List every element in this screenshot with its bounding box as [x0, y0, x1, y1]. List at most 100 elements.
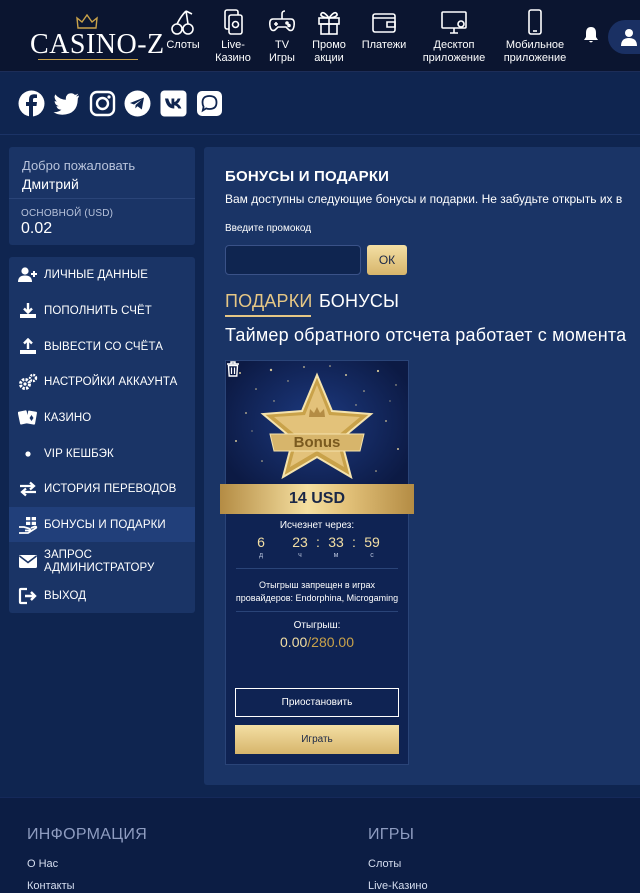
menu-item-admin-request[interactable]: ЗАПРОС АДМИНИСТРАТОРУ: [9, 543, 195, 578]
divider: [9, 198, 195, 199]
menu-label: ИСТОРИЯ ПЕРЕВОДОВ: [44, 483, 177, 495]
nav-label-line1: Мобильное: [505, 39, 565, 51]
nav-desktop-app[interactable]: Десктоп приложение: [419, 8, 489, 65]
countdown-seconds: 59: [364, 534, 380, 550]
nav-label-line1: TV: [274, 39, 290, 51]
site-footer: ИНФОРМАЦИЯ О Нас Контакты ИГРЫ Слоты Liv…: [0, 797, 640, 893]
top-header: CASINO-Z Слоты Live- Казино TV Игры Пром…: [0, 0, 640, 72]
wager-total: /280.00: [307, 634, 354, 650]
bell-icon[interactable]: [583, 26, 599, 44]
nav-label: Слоты: [166, 39, 200, 51]
bonus-card: Bonus 14 USD Исчезнет через: 6 23 : 33 :…: [220, 360, 414, 765]
footer-games-title: ИГРЫ: [368, 826, 415, 843]
menu-item-history[interactable]: ИСТОРИЯ ПЕРЕВОДОВ: [9, 471, 195, 506]
account-menu: ЛИЧНЫЕ ДАННЫЕ ПОПОЛНИТЬ СЧЁТ ВЫВЕСТИ СО …: [9, 257, 195, 613]
crown-icon: [76, 14, 98, 29]
wager-label: Отыгрыш:: [293, 620, 341, 631]
promo-ok-button[interactable]: ОК: [367, 245, 407, 275]
upload-icon: [20, 338, 36, 354]
menu-label-line1: ЗАПРОС: [44, 549, 93, 561]
gamepad-icon: [269, 10, 295, 32]
wager-current: 0.00: [280, 634, 308, 650]
countdown-unit-hours: ч: [298, 552, 302, 559]
logo-underline: [38, 59, 138, 60]
countdown-minutes: 33: [328, 534, 344, 550]
countdown-hours: 23: [292, 534, 308, 550]
countdown-unit-days: д: [258, 552, 264, 559]
balance-value: 0.02: [21, 220, 53, 237]
menu-label: НАСТРОЙКИ АККАУНТА: [44, 376, 178, 388]
wager-progress: 0.00/280.00: [226, 634, 408, 650]
envelope-icon: [19, 555, 37, 568]
bonus-badge-text: Bonus: [294, 434, 341, 451]
nav-label-line2: Казино: [215, 52, 251, 64]
tab-gifts[interactable]: ПОДАРКИ: [225, 291, 313, 312]
telegram-icon[interactable]: [124, 90, 151, 117]
user-account-button[interactable]: [608, 20, 640, 54]
menu-item-withdraw[interactable]: ВЫВЕСТИ СО СЧЁТА: [9, 329, 195, 364]
timer-notice: Таймер обратного отсчета работает с моме…: [225, 325, 627, 345]
dot-icon: [25, 451, 31, 457]
vk-icon[interactable]: [160, 90, 187, 117]
wallet-icon: [372, 13, 396, 33]
nav-tv-games[interactable]: TV Игры: [263, 8, 301, 65]
menu-item-personal[interactable]: ЛИЧНЫЕ ДАННЫЕ: [9, 257, 195, 292]
menu-item-settings[interactable]: НАСТРОЙКИ АККАУНТА: [9, 364, 195, 399]
menu-label: КАЗИНО: [44, 412, 92, 424]
twitter-icon[interactable]: [53, 90, 80, 117]
nav-live-casino[interactable]: Live- Казино: [211, 8, 255, 65]
expire-label: Исчезнет через:: [279, 520, 355, 531]
footer-link-about[interactable]: О Нас: [27, 858, 58, 870]
pause-bonus-button[interactable]: Приостановить: [235, 688, 399, 717]
facebook-icon[interactable]: [18, 90, 45, 117]
divider: [236, 611, 398, 612]
nav-promo[interactable]: Промо акции: [309, 8, 349, 65]
nav-label-line1: Десктоп: [433, 39, 475, 51]
game-restriction: Отыгрыш запрещен в играх провайдеров: En…: [226, 579, 408, 605]
menu-item-casino[interactable]: КАЗИНО: [9, 400, 195, 435]
menu-item-bonuses[interactable]: БОНУСЫ И ПОДАРКИ: [9, 507, 195, 542]
menu-item-vip[interactable]: VIP КЕШБЭК: [9, 436, 195, 471]
page-title: БОНУСЫ И ПОДАРКИ: [225, 168, 390, 185]
casino-z-logo[interactable]: CASINO-Z: [30, 14, 164, 62]
monitor-icon: [441, 11, 467, 34]
live-casino-icon: [224, 9, 243, 35]
play-button[interactable]: Играть: [235, 725, 399, 754]
nav-mobile-app[interactable]: Мобильное приложение: [501, 8, 569, 65]
gift-icon: [318, 11, 340, 35]
menu-item-logout[interactable]: ВЫХОД: [9, 578, 195, 613]
account-summary-card: Добро пожаловать Дмитрий ОСНОВНОЙ (USD) …: [9, 147, 195, 245]
footer-link-slots[interactable]: Слоты: [368, 858, 401, 870]
tab-bonuses[interactable]: БОНУСЫ: [319, 291, 399, 312]
bonus-star-illustration: Bonus: [235, 365, 399, 480]
nav-payments[interactable]: Платежи: [360, 8, 408, 52]
nav-label-line2: акции: [314, 52, 344, 64]
nav-label: Платежи: [361, 39, 407, 51]
instagram-icon[interactable]: [89, 90, 116, 117]
download-icon: [20, 303, 36, 318]
user-plus-icon: [18, 267, 37, 282]
trash-icon[interactable]: [226, 361, 240, 377]
promo-code-label: Введите промокод: [225, 223, 312, 234]
divider: [236, 568, 398, 569]
user-icon: [621, 29, 637, 46]
footer-info-title: ИНФОРМАЦИЯ: [27, 826, 148, 843]
restriction-line1: Отыгрыш запрещен в играх: [259, 580, 375, 590]
transfer-arrows-icon: [20, 481, 36, 497]
countdown-separator: :: [352, 534, 356, 550]
promo-code-input[interactable]: [225, 245, 361, 275]
menu-item-deposit[interactable]: ПОПОЛНИТЬ СЧЁТ: [9, 293, 195, 328]
footer-link-live-casino[interactable]: Live-Казино: [368, 880, 428, 892]
menu-label: ВЫВЕСТИ СО СЧЁТА: [44, 341, 163, 353]
restriction-line2: провайдеров: Endorphina, Microgaming: [235, 593, 399, 603]
cherries-icon: [171, 10, 194, 35]
welcome-label: Добро пожаловать: [22, 158, 136, 173]
footer-link-contacts[interactable]: Контакты: [27, 880, 75, 892]
logo-text: CASINO-Z: [30, 29, 165, 60]
nav-slots[interactable]: Слоты: [163, 8, 203, 52]
menu-label: ПОПОЛНИТЬ СЧЁТ: [44, 305, 152, 317]
gift-hand-icon: [19, 517, 38, 534]
active-tab-underline: [225, 315, 311, 317]
chat-icon[interactable]: [196, 90, 223, 117]
countdown-unit-minutes: м: [333, 552, 339, 559]
